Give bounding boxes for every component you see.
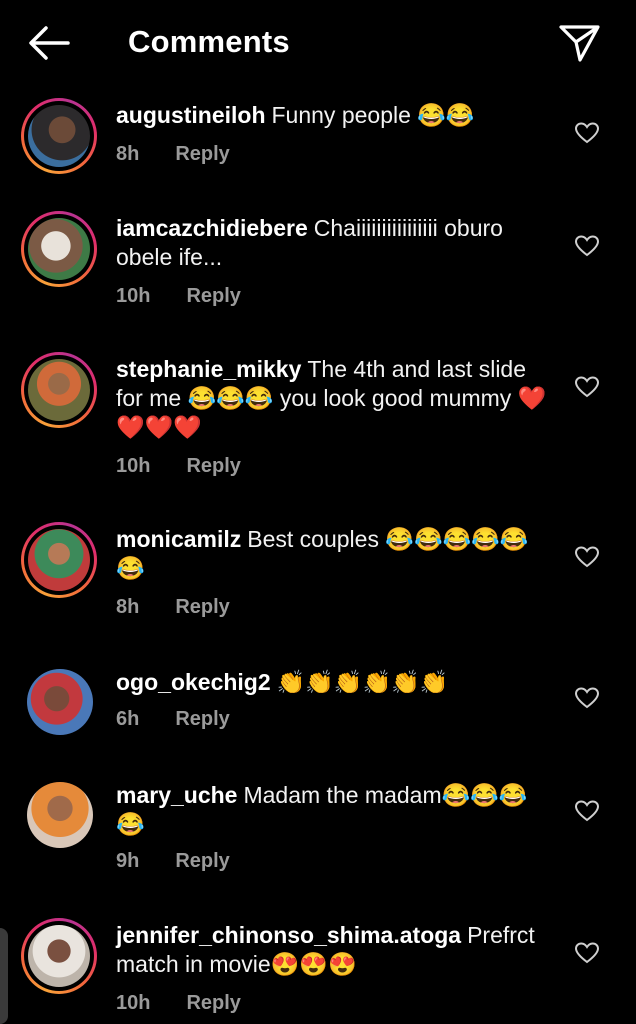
reply-button[interactable]: Reply (186, 285, 240, 307)
comment-username[interactable]: ogo_okechig2 (116, 669, 271, 695)
comment-time: 10h (116, 285, 151, 307)
avatar (28, 529, 90, 591)
avatar (27, 782, 93, 848)
avatar (27, 669, 93, 735)
direct-message-icon[interactable] (558, 22, 602, 64)
comment-time: 9h (116, 850, 140, 872)
scroll-edge-handle[interactable] (0, 928, 8, 1024)
comment-time: 6h (116, 708, 140, 730)
avatar-story-ring[interactable] (21, 918, 97, 994)
comment-time: 10h (116, 992, 151, 1014)
comment-time: 8h (116, 596, 140, 618)
comment-username[interactable]: jennifer_chinonso_shima.atoga (116, 922, 461, 948)
page-title: Comments (128, 24, 290, 59)
avatar-story-ring[interactable] (21, 211, 97, 287)
comment-username[interactable]: mary_uche (116, 782, 237, 808)
reply-button[interactable]: Reply (186, 992, 240, 1014)
avatar (28, 359, 90, 421)
avatar (28, 925, 90, 987)
reply-button[interactable]: Reply (186, 455, 240, 477)
reply-button[interactable]: Reply (175, 596, 229, 618)
comment-username[interactable]: monicamilz (116, 526, 241, 552)
header-bar: Comments (0, 0, 636, 86)
like-heart-icon[interactable] (574, 121, 600, 145)
comment-username[interactable]: stephanie_mikky (116, 356, 301, 382)
avatar (28, 218, 90, 280)
like-heart-icon[interactable] (574, 941, 600, 965)
like-heart-icon[interactable] (574, 545, 600, 569)
avatar-wrapper[interactable] (27, 782, 93, 848)
comment-time: 8h (116, 143, 140, 165)
like-heart-icon[interactable] (574, 234, 600, 258)
like-heart-icon[interactable] (574, 686, 600, 710)
like-heart-icon[interactable] (574, 799, 600, 823)
comment-username[interactable]: iamcazchidiebere (116, 215, 308, 241)
avatar (28, 105, 90, 167)
avatar-story-ring[interactable] (21, 98, 97, 174)
comment-username[interactable]: augustineiloh (116, 102, 266, 128)
like-heart-icon[interactable] (574, 375, 600, 399)
reply-button[interactable]: Reply (175, 143, 229, 165)
comment-text: 👏👏👏👏👏👏 (276, 669, 449, 695)
back-arrow-icon[interactable] (26, 22, 72, 64)
comment-text: Funny people 😂😂 (271, 102, 475, 128)
comment-time: 10h (116, 455, 151, 477)
avatar-wrapper[interactable] (27, 669, 93, 735)
avatar-story-ring[interactable] (21, 522, 97, 598)
avatar-story-ring[interactable] (21, 352, 97, 428)
reply-button[interactable]: Reply (175, 850, 229, 872)
reply-button[interactable]: Reply (175, 708, 229, 730)
